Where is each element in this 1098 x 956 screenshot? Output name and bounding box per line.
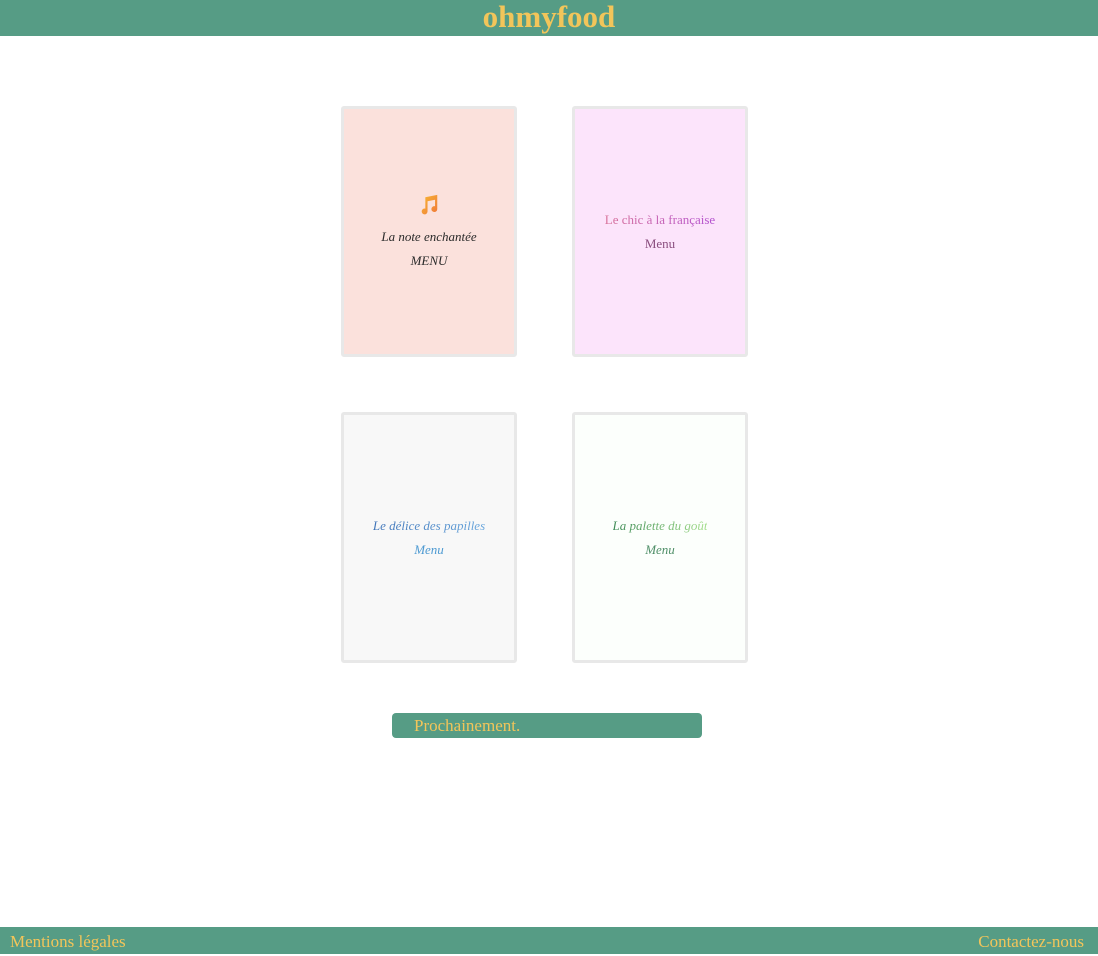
- site-footer: Mentions légales Contactez-nous: [0, 927, 1098, 954]
- coming-soon-text: Prochainement.: [414, 716, 521, 735]
- site-header: ohmyfood: [0, 0, 1098, 36]
- restaurant-card-delice-papilles[interactable]: Le délice des papilles Menu: [341, 412, 517, 663]
- contact-link[interactable]: Contactez-nous: [978, 927, 1084, 956]
- restaurant-card-note-enchantee[interactable]: La note enchantée MENU: [341, 106, 517, 357]
- restaurant-name: Le chic à la française: [604, 211, 716, 227]
- restaurant-name: La palette du goût: [612, 517, 708, 533]
- restaurant-card-palette-gout[interactable]: La palette du goût Menu: [572, 412, 748, 663]
- music-note-icon: [421, 194, 438, 215]
- restaurant-name: La note enchantée: [381, 229, 477, 244]
- coming-soon-banner: Prochainement.: [392, 713, 702, 738]
- menu-link[interactable]: Menu: [414, 542, 444, 558]
- menu-link[interactable]: MENU: [411, 253, 448, 269]
- brand-logo-link[interactable]: ohmyfood: [483, 0, 616, 34]
- menu-link[interactable]: Menu: [645, 542, 675, 558]
- menu-link[interactable]: Menu: [645, 236, 675, 252]
- legal-notice-link[interactable]: Mentions légales: [10, 927, 126, 956]
- restaurant-name: Le délice des papilles: [372, 517, 486, 533]
- restaurant-card-chic-francaise[interactable]: Le chic à la française Menu: [572, 106, 748, 357]
